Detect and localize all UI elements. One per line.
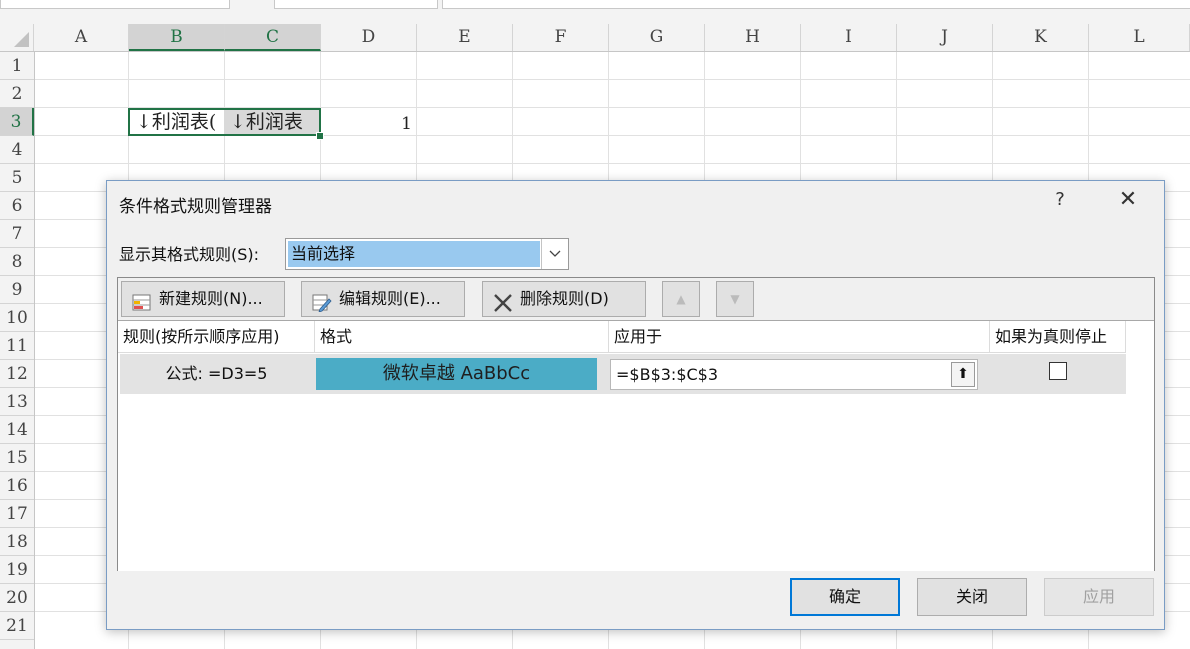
help-icon[interactable]: ? xyxy=(1052,189,1068,210)
show-rules-dropdown[interactable]: 当前选择 xyxy=(285,238,569,270)
column-header-h[interactable]: H xyxy=(705,24,801,51)
row-header-13[interactable]: 13 xyxy=(0,388,34,416)
row-header-1[interactable]: 1 xyxy=(0,52,34,80)
applies-to-input[interactable]: =$B$3:$C$3 ⬆ xyxy=(610,359,978,390)
row-header-4[interactable]: 4 xyxy=(0,136,34,164)
column-header-g[interactable]: G xyxy=(609,24,705,51)
column-header-f[interactable]: F xyxy=(513,24,609,51)
row-header-3[interactable]: 3 xyxy=(0,108,34,136)
formula-input[interactable] xyxy=(442,0,1190,9)
close-button[interactable]: 关闭 xyxy=(917,578,1027,616)
new-rule-button[interactable]: 新建规则(N)... xyxy=(121,281,285,317)
row-header-5[interactable]: 5 xyxy=(0,164,34,192)
column-header-b[interactable]: B xyxy=(129,24,225,51)
chevron-down-icon[interactable] xyxy=(541,239,568,269)
edit-rule-label: 编辑规则(E)... xyxy=(339,289,441,308)
row-header-10[interactable]: 10 xyxy=(0,304,34,332)
column-header-format: 格式 xyxy=(315,321,609,353)
delete-rule-label: 删除规则(D) xyxy=(520,289,609,308)
column-header-applies-to: 应用于 xyxy=(609,321,990,353)
edit-rule-button[interactable]: 编辑规则(E)... xyxy=(301,281,465,317)
delete-rule-button[interactable]: 删除规则(D) xyxy=(482,281,646,317)
column-header-a[interactable]: A xyxy=(34,24,129,51)
row-header-16[interactable]: 16 xyxy=(0,472,34,500)
column-header-e[interactable]: E xyxy=(417,24,513,51)
show-rules-label: 显示其格式规则(S): xyxy=(119,245,260,264)
row-header-11[interactable]: 11 xyxy=(0,332,34,360)
row-header-18[interactable]: 18 xyxy=(0,528,34,556)
row-header-20[interactable]: 20 xyxy=(0,584,34,612)
column-header-j[interactable]: J xyxy=(897,24,993,51)
row-header-8[interactable]: 8 xyxy=(0,248,34,276)
stop-if-true-checkbox[interactable] xyxy=(1049,362,1067,380)
applies-to-value: =$B$3:$C$3 xyxy=(616,365,719,384)
formula-bar-strip xyxy=(0,0,1190,25)
cell-d3[interactable]: 1 xyxy=(321,108,416,136)
format-preview: 微软卓越 AaBbCc xyxy=(316,358,597,390)
row-header-15[interactable]: 15 xyxy=(0,444,34,472)
rule-row[interactable]: 公式: =D3=5 微软卓越 AaBbCc =$B$3:$C$3 ⬆ xyxy=(120,354,1126,394)
new-rule-label: 新建规则(N)... xyxy=(159,289,263,308)
select-all-corner[interactable] xyxy=(0,24,34,51)
row-header-12[interactable]: 12 xyxy=(0,360,34,388)
column-header-k[interactable]: K xyxy=(993,24,1089,51)
row-header-7[interactable]: 7 xyxy=(0,220,34,248)
rule-formula: 公式: =D3=5 xyxy=(165,364,268,383)
name-box[interactable] xyxy=(0,0,230,9)
move-up-icon: ▲ xyxy=(676,292,686,306)
column-header-stop-if-true: 如果为真则停止 xyxy=(990,321,1126,353)
column-header-i[interactable]: I xyxy=(801,24,897,51)
row-header-2[interactable]: 2 xyxy=(0,80,34,108)
dialog-title: 条件格式规则管理器 xyxy=(119,197,272,217)
row-header: 1 2 3 4 5 6 7 8 9 10 11 12 13 14 15 16 1… xyxy=(0,52,35,649)
row-header-9[interactable]: 9 xyxy=(0,276,34,304)
show-rules-selected-value: 当前选择 xyxy=(288,241,540,267)
formula-box-left[interactable] xyxy=(274,0,438,9)
close-icon[interactable]: ✕ xyxy=(1115,187,1141,213)
row-header-14[interactable]: 14 xyxy=(0,416,34,444)
cell-b3[interactable]: ↓利润表( xyxy=(128,108,224,136)
column-header-rule: 规则(按所示顺序应用) xyxy=(118,321,315,353)
delete-icon xyxy=(493,290,513,312)
ok-button[interactable]: 确定 xyxy=(790,578,900,616)
rules-list: 规则(按所示顺序应用) 格式 应用于 如果为真则停止 公式: =D3=5 微软卓… xyxy=(118,320,1154,571)
move-down-icon: ▼ xyxy=(730,292,740,306)
column-header-l[interactable]: L xyxy=(1089,24,1190,51)
range-picker-icon[interactable]: ⬆ xyxy=(951,362,975,387)
column-header-c[interactable]: C xyxy=(225,24,321,51)
edit-rule-icon xyxy=(312,290,332,313)
conditional-format-rules-manager-dialog: 条件格式规则管理器 ? ✕ 显示其格式规则(S): 当前选择 新建规则(N)..… xyxy=(106,180,1165,630)
row-header-19[interactable]: 19 xyxy=(0,556,34,584)
move-down-button[interactable]: ▼ xyxy=(716,281,754,317)
row-header-17[interactable]: 17 xyxy=(0,500,34,528)
row-header-6[interactable]: 6 xyxy=(0,192,34,220)
rules-panel: 新建规则(N)... 编辑规则(E)... 删除规则(D) ▲ ▼ 规则(按所示… xyxy=(117,277,1155,571)
row-header-21[interactable]: 21 xyxy=(0,612,34,640)
cell-c3[interactable]: ↓利润表 xyxy=(224,108,321,136)
new-rule-icon xyxy=(132,290,152,311)
move-up-button[interactable]: ▲ xyxy=(662,281,700,317)
apply-button[interactable]: 应用 xyxy=(1044,578,1154,616)
column-header-d[interactable]: D xyxy=(321,24,417,51)
column-header: A B C D E F G H I J K L xyxy=(0,24,1190,52)
